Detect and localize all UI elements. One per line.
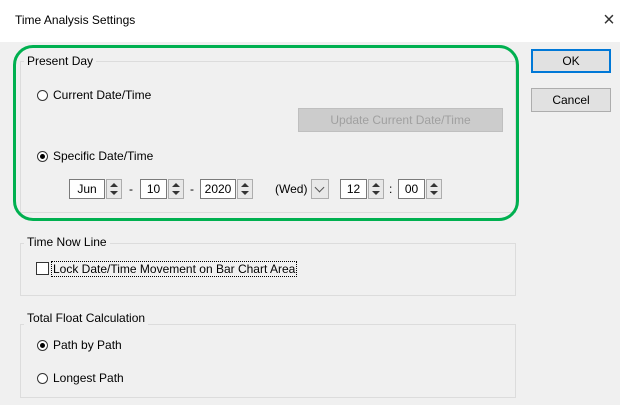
month-field[interactable]: Jun — [69, 179, 105, 199]
spin-down-icon[interactable] — [110, 191, 118, 195]
year-field[interactable]: 2020 — [200, 179, 236, 199]
dialog-title: Time Analysis Settings — [15, 13, 136, 27]
current-date-time-radio[interactable] — [37, 90, 48, 101]
year-spinner[interactable] — [237, 179, 253, 199]
total-float-group — [20, 324, 516, 398]
spin-down-icon[interactable] — [241, 191, 249, 195]
minute-spinner[interactable] — [426, 179, 442, 199]
time-now-line-legend: Time Now Line — [24, 235, 110, 249]
update-current-date-time-button[interactable]: Update Current Date/Time — [298, 108, 503, 132]
date-separator: - — [190, 182, 194, 196]
spin-down-icon[interactable] — [172, 191, 180, 195]
weekday-label: (Wed) — [275, 182, 308, 196]
day-field[interactable]: 10 — [140, 179, 167, 199]
longest-path-radio[interactable] — [37, 373, 48, 384]
spin-up-icon[interactable] — [110, 183, 118, 187]
month-spinner[interactable] — [106, 179, 122, 199]
time-separator: : — [389, 182, 393, 196]
current-date-time-label: Current Date/Time — [53, 88, 152, 102]
specific-date-time-label: Specific Date/Time — [53, 149, 154, 163]
minute-field[interactable]: 00 — [398, 179, 425, 199]
present-day-legend: Present Day — [24, 54, 97, 68]
longest-path-label: Longest Path — [53, 371, 124, 385]
path-by-path-label: Path by Path — [53, 338, 122, 352]
spin-up-icon[interactable] — [372, 183, 380, 187]
spin-down-icon[interactable] — [372, 191, 380, 195]
hour-field[interactable]: 12 — [340, 179, 367, 199]
time-analysis-settings-dialog: Time Analysis Settings × OK Cancel Prese… — [0, 0, 620, 405]
cancel-button[interactable]: Cancel — [531, 88, 611, 112]
spin-up-icon[interactable] — [430, 183, 438, 187]
weekday-dropdown[interactable] — [311, 179, 329, 199]
close-icon[interactable]: × — [598, 8, 620, 32]
total-float-legend: Total Float Calculation — [24, 311, 149, 325]
spin-up-icon[interactable] — [172, 183, 180, 187]
lock-date-time-label[interactable]: Lock Date/Time Movement on Bar Chart Are… — [51, 261, 298, 277]
lock-date-time-checkbox[interactable] — [36, 262, 49, 275]
date-separator: - — [129, 182, 133, 196]
spin-down-icon[interactable] — [430, 191, 438, 195]
chevron-down-icon — [314, 182, 325, 193]
ok-button[interactable]: OK — [531, 49, 611, 73]
path-by-path-radio[interactable] — [37, 340, 48, 351]
title-bar: Time Analysis Settings × — [0, 0, 620, 42]
radio-selected-dot — [40, 343, 45, 348]
specific-date-time-radio[interactable] — [37, 151, 48, 162]
hour-spinner[interactable] — [368, 179, 384, 199]
day-spinner[interactable] — [168, 179, 184, 199]
radio-selected-dot — [40, 154, 45, 159]
spin-up-icon[interactable] — [241, 183, 249, 187]
